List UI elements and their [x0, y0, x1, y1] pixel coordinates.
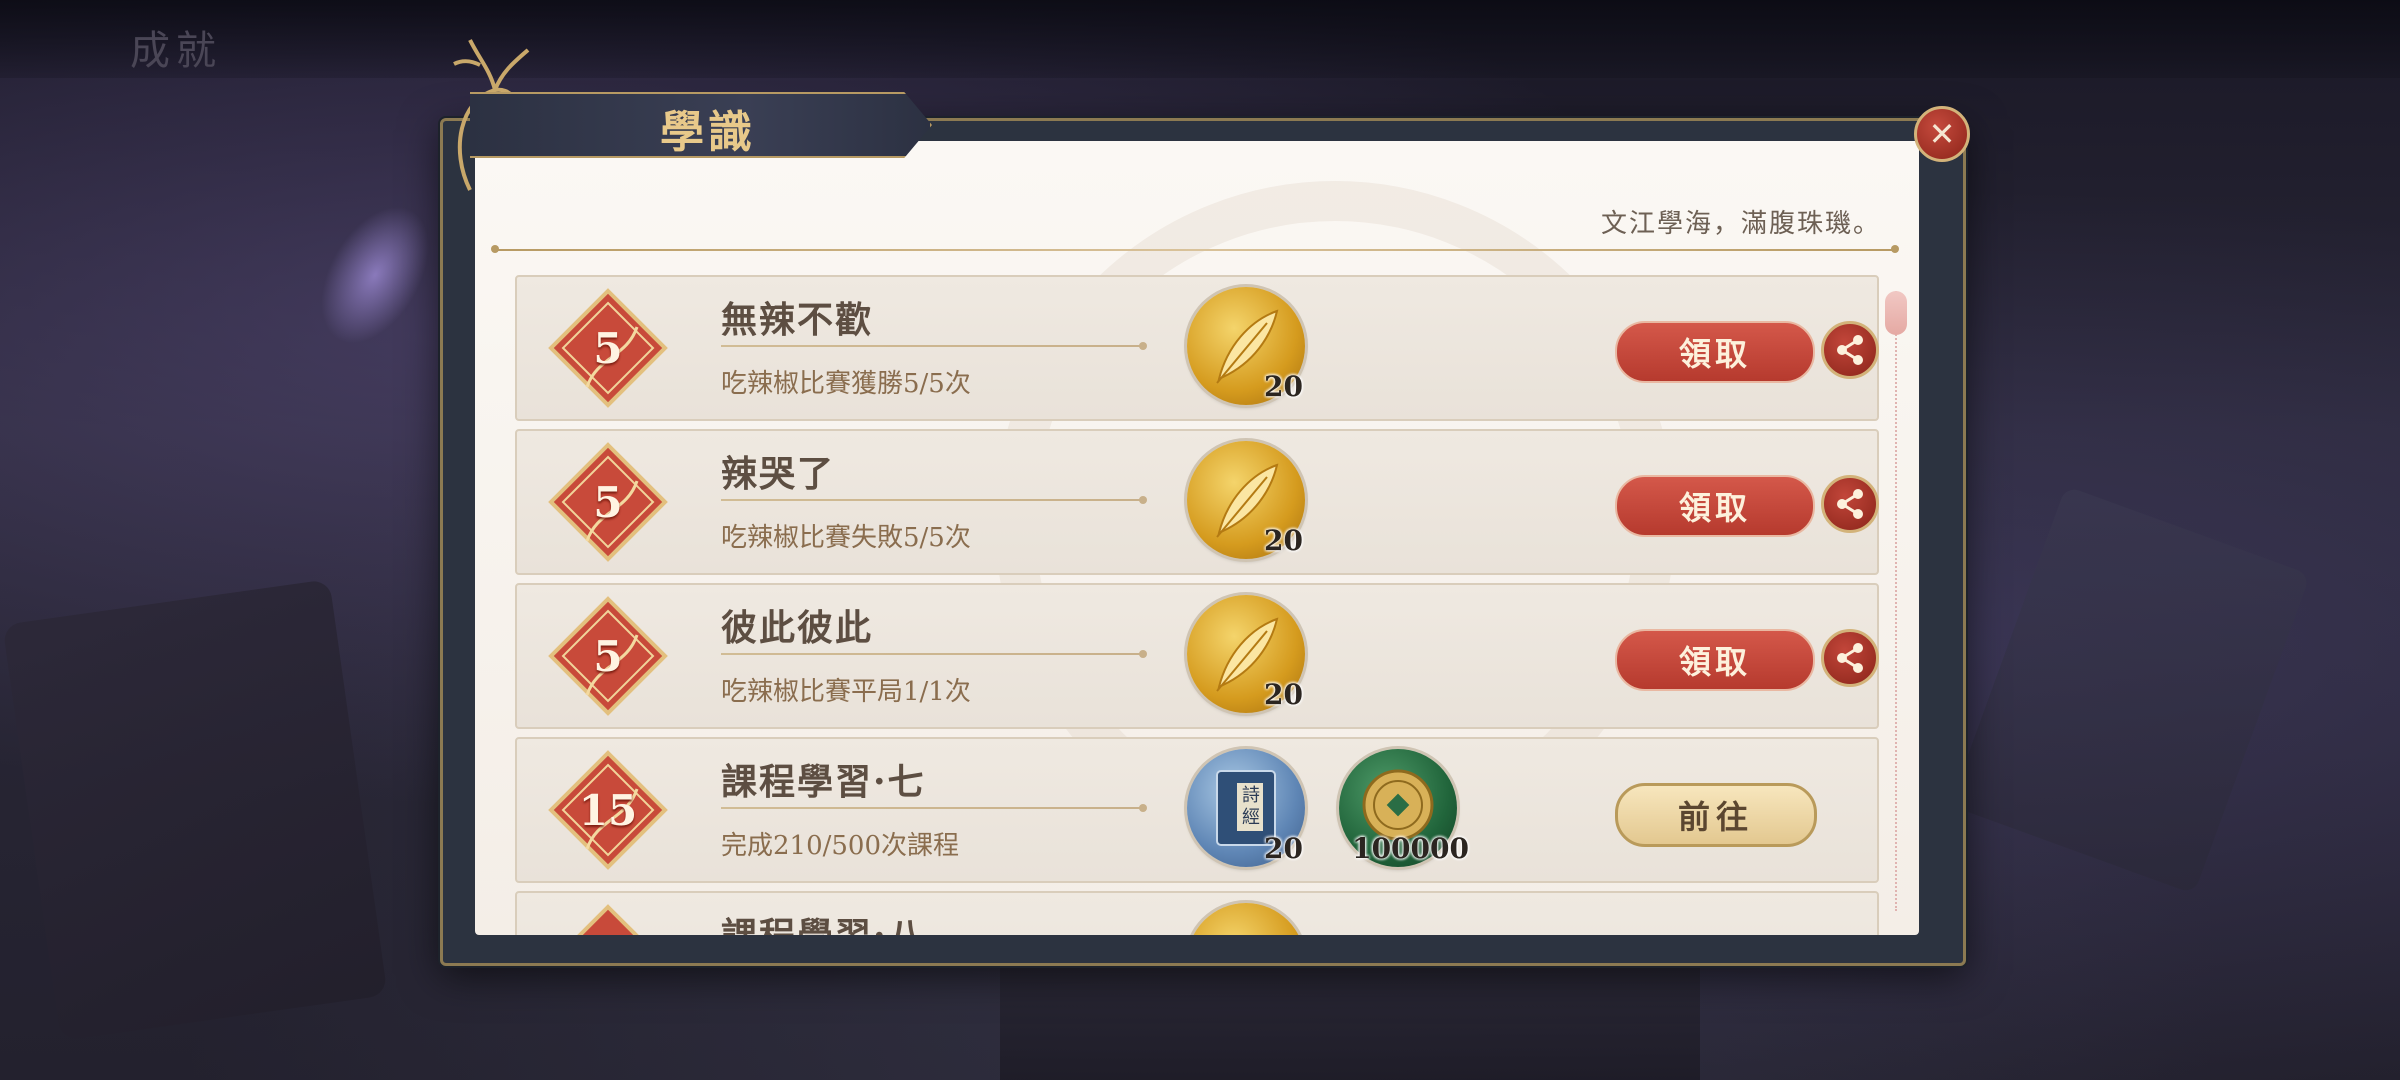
task-row: 課程學習·八	[515, 891, 1879, 935]
title-divider	[721, 804, 1147, 812]
background-desk	[1000, 950, 1700, 1080]
reward-item[interactable]: 20	[1187, 287, 1305, 405]
badge-number: 5	[593, 323, 623, 373]
badge-number: 5	[593, 631, 623, 681]
reward-count: 100000	[1352, 832, 1469, 865]
reward-item[interactable]	[1187, 903, 1305, 935]
reward-count: 20	[1264, 832, 1303, 865]
background-petal	[298, 187, 452, 363]
go-button[interactable]: 前往	[1615, 783, 1817, 847]
share-icon	[1837, 489, 1863, 519]
task-list[interactable]: 5 無辣不歡 吃辣椒比賽獲勝5/5次 20 領取 5 辣哭了 吃辣椒比賽失敗5/…	[515, 275, 1879, 935]
background-title: 成就	[130, 28, 222, 74]
close-button[interactable]: ✕	[1914, 106, 1970, 162]
share-button[interactable]	[1821, 475, 1879, 533]
share-button[interactable]	[1821, 321, 1879, 379]
book-label: 詩經	[1242, 785, 1260, 828]
background-topbar	[0, 0, 2400, 78]
task-title: 辣哭了	[721, 453, 836, 495]
task-row: 5 無辣不歡 吃辣椒比賽獲勝5/5次 20 領取	[515, 275, 1879, 421]
dialog-content: 文江學海，滿腹珠璣。 5 無辣不歡 吃辣椒比賽獲勝5/5次 20 領取 5 辣哭…	[475, 141, 1919, 935]
scrollbar-track[interactable]	[1895, 291, 1901, 911]
level-badge: 5	[547, 287, 669, 409]
dialog-subtitle: 文江學海，滿腹珠璣。	[1600, 209, 1881, 239]
diamond-badge-icon	[577, 904, 639, 935]
task-row: 5 彼此彼此 吃辣椒比賽平局1/1次 20 領取	[515, 583, 1879, 729]
reward-item[interactable]: 100000	[1339, 749, 1469, 867]
task-description: 吃辣椒比賽失敗5/5次	[721, 523, 971, 553]
title-divider	[721, 342, 1147, 350]
claim-button[interactable]: 領取	[1615, 475, 1815, 537]
task-row: 15 課程學習·七 完成210/500次課程 詩經 20 100000 前往	[515, 737, 1879, 883]
scrollbar-thumb[interactable]	[1885, 291, 1907, 335]
background-book	[2, 579, 388, 1041]
reward-count: 20	[1264, 524, 1303, 557]
task-title: 無辣不歡	[721, 299, 874, 341]
task-title: 彼此彼此	[721, 607, 874, 649]
reward-item[interactable]: 20	[1187, 595, 1305, 713]
level-badge: 15	[547, 749, 669, 871]
claim-button[interactable]: 領取	[1615, 321, 1815, 383]
header-divider	[491, 245, 1899, 253]
reward-item[interactable]: 20	[1187, 441, 1305, 559]
task-description: 吃辣椒比賽獲勝5/5次	[721, 369, 971, 399]
reward-count: 20	[1264, 370, 1303, 403]
level-badge: 5	[547, 595, 669, 717]
title-divider	[721, 650, 1147, 658]
share-icon	[1837, 335, 1863, 365]
claim-button[interactable]: 領取	[1615, 629, 1815, 691]
title-divider	[721, 496, 1147, 504]
level-badge: 5	[547, 441, 669, 563]
task-description: 吃辣椒比賽平局1/1次	[721, 677, 971, 707]
badge-number: 5	[593, 477, 623, 527]
reward-item[interactable]: 詩經 20	[1187, 749, 1305, 867]
share-button[interactable]	[1821, 629, 1879, 687]
badge-number: 15	[578, 785, 638, 835]
share-icon	[1837, 643, 1863, 673]
close-icon: ✕	[1928, 115, 1956, 153]
task-description: 完成210/500次課程	[721, 831, 960, 861]
task-row: 5 辣哭了 吃辣椒比賽失敗5/5次 20 領取	[515, 429, 1879, 575]
background-book-2	[1949, 485, 2311, 895]
achievement-dialog: 文江學海，滿腹珠璣。 5 無辣不歡 吃辣椒比賽獲勝5/5次 20 領取 5 辣哭…	[440, 118, 1966, 966]
level-badge	[547, 903, 669, 935]
task-title: 課程學習·八	[721, 907, 926, 935]
task-title: 課程學習·七	[721, 761, 926, 803]
reward-count: 20	[1264, 678, 1303, 711]
dialog-title: 學識	[660, 107, 756, 158]
